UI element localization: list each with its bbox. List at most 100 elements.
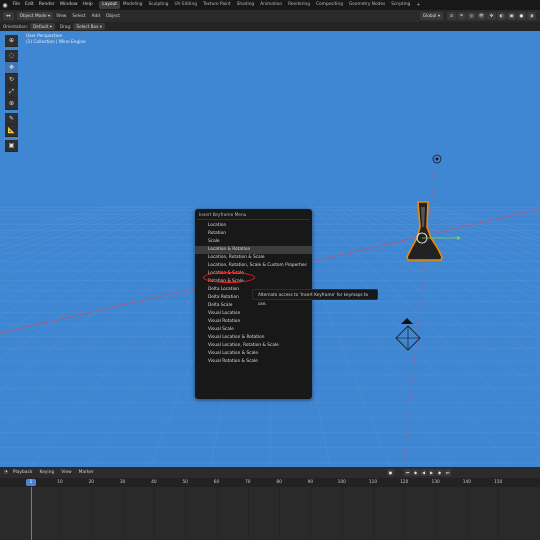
menu-item-visual-location-rotation-scale[interactable]: Visual Location, Rotation & Scale: [195, 342, 312, 350]
menu-item-visual-rotation-scale[interactable]: Visual Rotation & Scale: [195, 358, 312, 366]
record-button[interactable]: ●: [387, 469, 394, 476]
next-keyframe-button[interactable]: ◆: [436, 469, 443, 476]
play-button[interactable]: ▶: [428, 469, 435, 476]
frame-tick: 130: [431, 480, 440, 485]
frame-gridline: [60, 487, 61, 540]
menu-item-visual-scale[interactable]: Visual Scale: [195, 326, 312, 334]
tab-rendering[interactable]: Rendering: [285, 1, 313, 9]
frame-gridline: [404, 487, 406, 540]
frame-tick: 110: [368, 480, 378, 485]
frame-gridline: [185, 487, 187, 540]
frame-tick: 150: [494, 480, 503, 485]
menu-file[interactable]: File: [10, 0, 23, 10]
tab-animation[interactable]: Animation: [257, 1, 285, 9]
jump-start-button[interactable]: ⏮: [404, 469, 411, 476]
play-reverse-button[interactable]: ◀: [420, 469, 427, 476]
add-workspace-button[interactable]: +: [413, 2, 423, 8]
frame-gridline: [122, 487, 124, 540]
timeline-menu-marker[interactable]: Marker: [79, 470, 94, 475]
wine-bottle-object[interactable]: [406, 201, 461, 261]
timeline-menu-view[interactable]: View: [61, 470, 71, 475]
viewport-menu-select[interactable]: Select: [72, 14, 85, 19]
drag-label: Drag:: [59, 24, 72, 29]
editor-type-button[interactable]: ⌖▾: [3, 12, 14, 20]
tab-uv-editing[interactable]: UV Editing: [172, 1, 200, 9]
frame-gridline: [216, 487, 218, 540]
tooltip: Alternate access to 'Insert Keyframe' fo…: [252, 289, 378, 306]
menu-item-visual-location-rotation[interactable]: Visual Location & Rotation: [195, 334, 312, 342]
menu-item-location-rotation[interactable]: Location & Rotation: [195, 246, 312, 254]
tab-layout[interactable]: Layout: [99, 1, 120, 9]
menu-edit[interactable]: Edit: [23, 0, 37, 10]
frame-gridline: [310, 487, 312, 540]
menu-item-scale[interactable]: Scale: [195, 238, 312, 246]
menu-render[interactable]: Render: [36, 0, 57, 10]
frame-tick: 80: [276, 480, 282, 485]
menu-item-visual-rotation[interactable]: Visual Rotation: [195, 318, 312, 326]
menu-item-rotation[interactable]: Rotation: [195, 230, 312, 238]
frame-tick: 60: [213, 480, 220, 485]
frame-gridline: [435, 487, 437, 540]
tab-modeling[interactable]: Modeling: [120, 1, 146, 9]
proportional-edit-icon[interactable]: ◎: [467, 12, 476, 20]
orientation-dropdown[interactable]: Default ▾: [30, 23, 55, 30]
solid-shading-icon[interactable]: ●: [517, 12, 526, 20]
timeline-body[interactable]: [0, 487, 540, 540]
tab-compositing[interactable]: Compositing: [313, 1, 346, 9]
frame-gridline: [466, 487, 468, 540]
prev-keyframe-button[interactable]: ◆: [412, 469, 419, 476]
3d-viewport[interactable]: User Perspective (1) Collection | Wine E…: [0, 31, 540, 467]
drag-value: Select Box: [76, 24, 99, 29]
tab-geometry-nodes[interactable]: Geometry Nodes: [346, 1, 388, 9]
snap-icon[interactable]: ⌗: [457, 12, 466, 20]
frame-tick: 20: [88, 480, 95, 485]
current-frame-indicator[interactable]: 1: [26, 479, 36, 486]
menu-help[interactable]: Help: [80, 0, 95, 10]
viewport-menu-view[interactable]: View: [56, 14, 66, 19]
viewport-menu-add[interactable]: Add: [92, 14, 100, 19]
timeline-ruler[interactable]: 1 10 20 30 40 50 60 70 80 90 100 110 120 130 140 150: [0, 478, 540, 487]
tab-shading[interactable]: Shading: [234, 1, 257, 9]
frame-tick: 50: [182, 480, 188, 485]
tab-texture-paint[interactable]: Texture Paint: [200, 1, 234, 9]
menu-item-location-rotation-scale-custom-properties[interactable]: Location, Rotation, Scale & Custom Prope…: [195, 262, 312, 270]
xray-icon[interactable]: ▣: [507, 12, 516, 20]
menu-item-visual-location[interactable]: Visual Location: [195, 310, 312, 318]
jump-end-button[interactable]: ⏭: [444, 469, 451, 476]
frame-tick: 140: [462, 480, 471, 485]
playhead-line: [30, 487, 32, 540]
overlay-icon[interactable]: ◐: [497, 12, 506, 20]
material-shading-icon[interactable]: ◑: [527, 12, 536, 20]
orientation-label: Orientation:: [3, 24, 29, 29]
viewport-menu-object[interactable]: Object: [106, 14, 120, 19]
pivot-icon[interactable]: ⊙: [447, 12, 456, 20]
drag-dropdown[interactable]: Select Box ▾: [73, 23, 105, 30]
menu-item-delta-scale[interactable]: Delta Scale: [195, 302, 312, 310]
timeline-header: ◔ Playback Keying View Marker ● ⏮ ◆ ◀ ▶ ◆ ⏭: [0, 467, 540, 478]
gizmo-icon[interactable]: ✥: [487, 12, 496, 20]
mode-selector[interactable]: Object Mode ▾: [16, 12, 54, 20]
blender-logo-icon[interactable]: ◉: [0, 0, 10, 10]
transform-orientation-label: Global: [422, 13, 437, 19]
light-object[interactable]: [432, 154, 442, 164]
timeline-menu-playback[interactable]: Playback: [13, 470, 33, 475]
menu-item-location[interactable]: Location: [195, 222, 312, 230]
timeline-menu-keying[interactable]: Keying: [39, 470, 54, 475]
frame-gridline: [341, 487, 343, 540]
menu-item-location-rotation-scale[interactable]: Location, Rotation & Scale: [195, 254, 312, 262]
menu-item-visual-location-scale[interactable]: Visual Location & Scale: [195, 350, 312, 358]
frame-gridline: [498, 487, 500, 540]
tab-sculpting[interactable]: Sculpting: [145, 1, 171, 9]
menu-window[interactable]: Window: [57, 0, 80, 10]
mode-label: Object Mode: [19, 13, 47, 19]
menu-title: Insert Keyframe Menu: [199, 213, 247, 218]
editor-type-clock-icon[interactable]: ◔: [4, 470, 8, 475]
visibility-icon[interactable]: 👁: [477, 12, 486, 20]
menu-separator: [197, 219, 310, 220]
frame-tick: 10: [57, 480, 63, 485]
tab-scripting[interactable]: Scripting: [388, 1, 413, 9]
tool-settings-header: Orientation: Default ▾ Drag: Select Box …: [0, 22, 540, 31]
transform-orientation-dropdown[interactable]: Global ▾: [419, 12, 443, 20]
frame-gridline: [91, 487, 93, 540]
camera-object[interactable]: [395, 318, 421, 351]
